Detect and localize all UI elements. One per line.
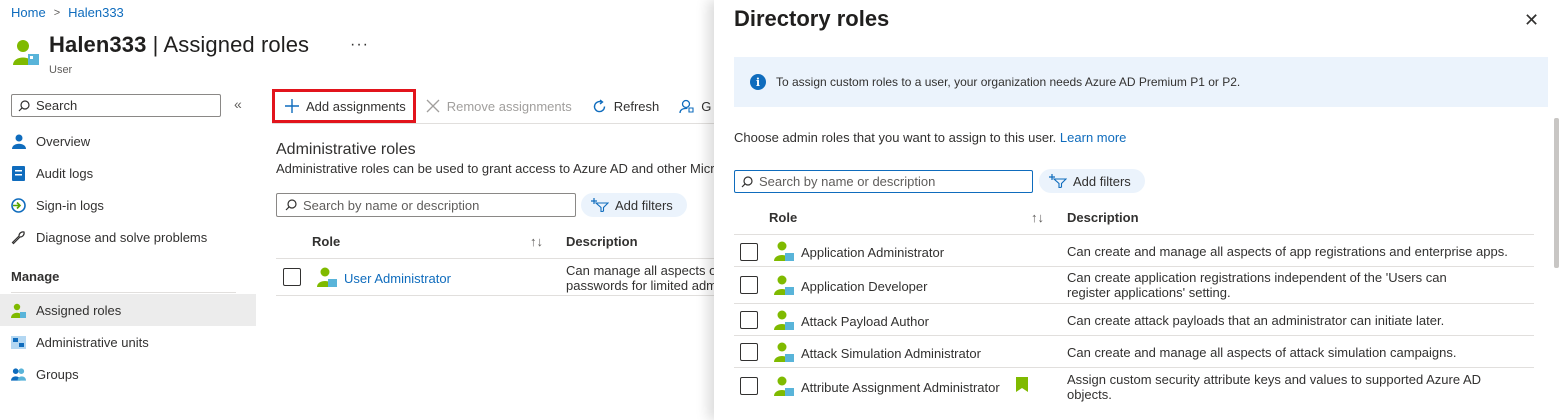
page-title: Halen333 | Assigned roles (49, 32, 310, 57)
left-nav-search[interactable] (11, 94, 221, 117)
refresh-icon (593, 98, 605, 112)
panel-row-divider (734, 266, 1534, 267)
collapse-nav-icon[interactable]: « (234, 96, 242, 112)
panel-row-divider (734, 367, 1534, 368)
nav-item-audit-logs[interactable]: Audit logs (0, 157, 256, 189)
sort-icon[interactable]: ↑↓ (1031, 210, 1044, 225)
role-checkbox[interactable] (740, 343, 758, 361)
user-role-icon (774, 275, 794, 295)
sort-icon[interactable]: ↑↓ (530, 234, 543, 249)
role-description: Can create and manage all aspects of app… (1067, 244, 1508, 259)
role-name: Attack Payload Author (801, 314, 929, 329)
search-icon (18, 99, 30, 111)
admin-units-icon (11, 335, 26, 350)
choose-roles-text: Choose admin roles that you want to assi… (734, 130, 1127, 145)
row-description: Can manage all aspects of passwords for … (566, 263, 714, 293)
row-checkbox[interactable] (283, 268, 301, 286)
search-icon (285, 199, 297, 211)
add-filters-button[interactable]: Add filters (581, 193, 687, 217)
table-row-divider (276, 295, 714, 296)
role-description: Assign custom security attribute keys an… (1067, 372, 1482, 402)
panel-row-divider (734, 303, 1534, 304)
bookmark-icon (1016, 377, 1028, 392)
toolbar-divider (272, 123, 714, 124)
section-description: Administrative roles can be used to gran… (276, 161, 714, 176)
nav-item-diagnose[interactable]: Diagnose and solve problems (0, 221, 256, 253)
user-role-icon (774, 310, 794, 330)
breadcrumb-home[interactable]: Home (11, 5, 46, 20)
command-bar: Add assignments Remove assignments Refre… (272, 89, 721, 123)
assigned-roles-icon (11, 303, 26, 318)
role-checkbox[interactable] (740, 243, 758, 261)
refresh-button[interactable]: Refresh (582, 91, 670, 121)
close-icon (426, 99, 440, 113)
breadcrumb: Home > Halen333 (11, 5, 124, 20)
table-header-divider (276, 258, 714, 259)
roles-search[interactable] (276, 193, 576, 217)
role-description: Can create application registrations ind… (1067, 270, 1447, 300)
nav-item-groups[interactable]: Groups (0, 358, 256, 390)
role-name: Attack Simulation Administrator (801, 346, 981, 361)
audit-log-icon (11, 165, 26, 181)
user-icon (11, 134, 26, 149)
learn-more-link[interactable]: Learn more (1060, 130, 1126, 145)
chevron-right-icon: > (53, 6, 61, 19)
panel-header-divider (734, 234, 1534, 235)
nav-item-sign-in-logs[interactable]: Sign-in logs (0, 189, 256, 221)
role-name: Application Administrator (801, 245, 945, 260)
info-icon: i (750, 74, 766, 90)
panel-title: Directory roles (734, 6, 890, 31)
wrench-icon (11, 230, 26, 245)
role-checkbox[interactable] (740, 377, 758, 395)
section-title: Administrative roles (276, 141, 416, 158)
search-icon (741, 175, 753, 187)
user-role-icon (317, 267, 337, 287)
user-role-icon (774, 241, 794, 261)
nav-item-admin-units[interactable]: Administrative units (0, 326, 256, 358)
nav-item-assigned-roles[interactable]: Assigned roles (0, 294, 256, 326)
role-link-user-administrator[interactable]: User Administrator (344, 271, 451, 286)
plus-icon (285, 99, 299, 113)
panel-search-input[interactable] (759, 174, 1029, 189)
role-name: Application Developer (801, 279, 928, 294)
breadcrumb-current[interactable]: Halen333 (68, 5, 124, 20)
info-message-bar: i To assign custom roles to a user, your… (734, 57, 1548, 107)
directory-roles-panel: Directory roles ✕ i To assign custom rol… (714, 0, 1559, 420)
column-header-description[interactable]: Description (566, 234, 638, 249)
panel-column-header-description[interactable]: Description (1067, 210, 1139, 225)
nav-section-manage: Manage (11, 269, 60, 284)
panel-add-filters-button[interactable]: Add filters (1039, 169, 1145, 193)
role-name: Attribute Assignment Administrator (801, 380, 1000, 395)
panel-search[interactable] (734, 170, 1033, 193)
panel-column-header-role[interactable]: Role (769, 210, 797, 225)
user-role-icon (774, 376, 794, 396)
filter-icon (591, 198, 609, 212)
page-subtitle: User (49, 64, 73, 76)
role-checkbox[interactable] (740, 311, 758, 329)
feedback-icon (679, 99, 694, 113)
groups-icon (11, 367, 26, 382)
filter-icon (1049, 174, 1067, 188)
role-description: Can create attack payloads that an admin… (1067, 313, 1445, 328)
more-options-icon[interactable]: ··· (350, 36, 369, 54)
close-icon[interactable]: ✕ (1524, 10, 1539, 31)
panel-row-divider (734, 335, 1534, 336)
user-role-icon (774, 342, 794, 362)
roles-search-input[interactable] (303, 197, 573, 213)
user-role-icon (13, 40, 39, 65)
role-description: Can create and manage all aspects of att… (1067, 345, 1457, 360)
sign-in-icon (11, 197, 26, 213)
add-assignments-button[interactable]: Add assignments (272, 89, 416, 123)
nav-divider (11, 292, 236, 293)
panel-scrollbar[interactable] (1554, 118, 1559, 268)
column-header-role[interactable]: Role (312, 234, 340, 249)
remove-assignments-button[interactable]: Remove assignments (416, 91, 582, 121)
left-nav-search-input[interactable] (36, 98, 206, 113)
nav-item-overview[interactable]: Overview (0, 125, 256, 157)
role-checkbox[interactable] (740, 276, 758, 294)
